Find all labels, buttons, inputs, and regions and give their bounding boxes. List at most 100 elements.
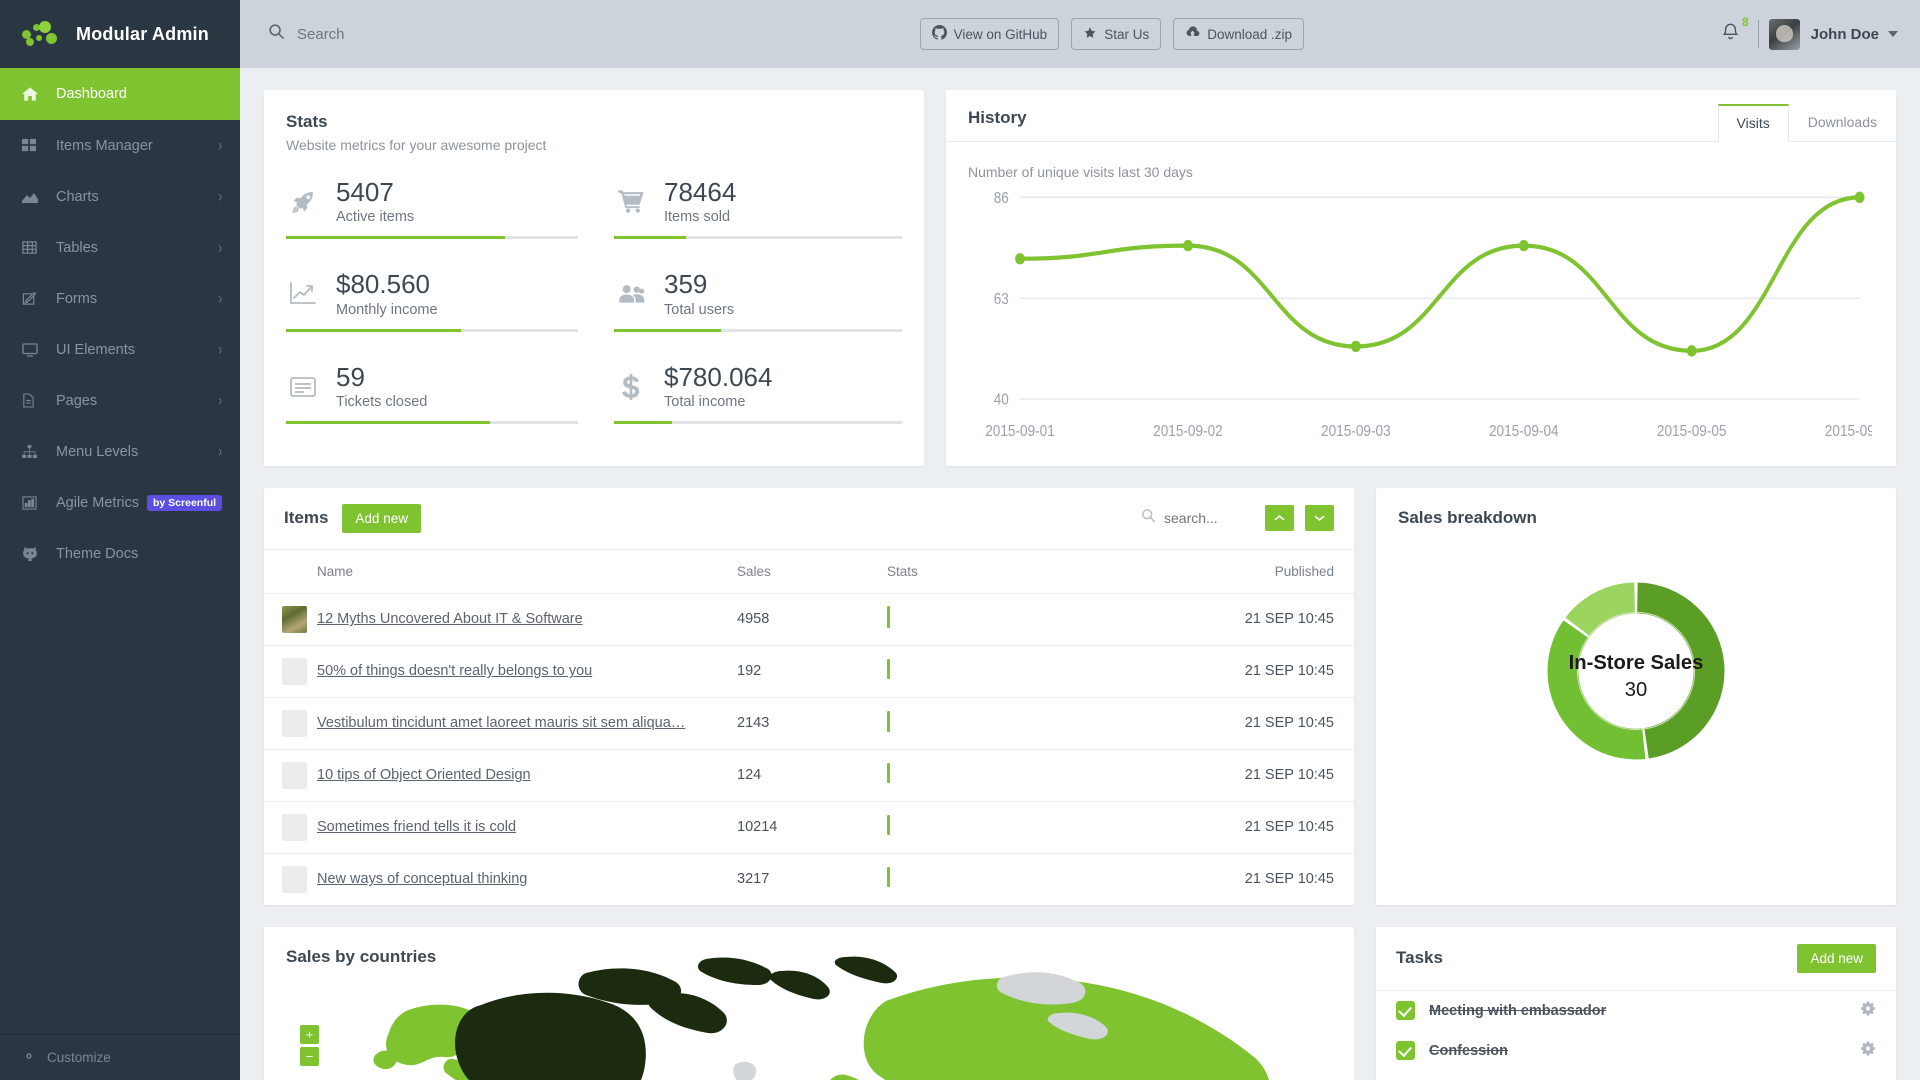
items-title: Items (284, 508, 329, 528)
cart-icon (614, 190, 648, 214)
sort-up-button[interactable] (1265, 505, 1294, 532)
chevron-down-icon[interactable] (1888, 31, 1898, 37)
search-input[interactable] (297, 25, 517, 43)
column-name[interactable]: Name (307, 549, 727, 594)
item-sparkline (887, 606, 890, 629)
stat-label: Active items (336, 209, 415, 226)
items-search-box[interactable] (1141, 508, 1254, 528)
brand-name: Modular Admin (76, 23, 209, 44)
item-name-link[interactable]: 12 Myths Uncovered About IT & Software (317, 611, 583, 627)
sales-breakdown-card: Sales breakdown In-Store Sales 30 (1376, 487, 1896, 905)
chevron-right-icon: › (218, 442, 222, 461)
item-thumbnail (282, 813, 307, 841)
table-row[interactable]: 50% of things doesn't really belongs to … (264, 645, 1354, 698)
table-row[interactable]: Vestibulum tincidunt amet laoreet mauris… (264, 697, 1354, 750)
world-map[interactable] (286, 956, 1332, 1080)
download-zip-label: Download .zip (1207, 26, 1293, 42)
tasks-title: Tasks (1396, 948, 1443, 968)
column-stats[interactable]: Stats (877, 549, 1067, 594)
item-published: 21 SEP 10:45 (1244, 871, 1334, 888)
svg-text:In-Store Sales: In-Store Sales (1569, 652, 1704, 674)
bar-chart-icon (22, 495, 44, 510)
table-icon (22, 240, 44, 255)
task-item[interactable]: Confession (1376, 1031, 1896, 1071)
world-map-svg (373, 956, 1269, 1080)
table-row[interactable]: New ways of conceptual thinking 3217 21 SE… (264, 853, 1354, 905)
item-name-link[interactable]: New ways of conceptual thinking (317, 871, 527, 887)
users-icon (614, 283, 648, 305)
cloud-download-icon (1185, 25, 1200, 43)
item-name-link[interactable]: 10 tips of Object Oriented Design (317, 767, 531, 783)
item-sparkline (887, 867, 890, 888)
sidebar-item-items-manager[interactable]: Items Manager › (0, 120, 240, 171)
stat-active-items: 5407 Active items (286, 171, 594, 263)
sidebar-item-theme-docs[interactable]: Theme Docs (0, 528, 240, 579)
task-item[interactable]: Meeting with embassador (1376, 991, 1896, 1031)
star-us-button[interactable]: Star Us (1071, 18, 1162, 50)
table-row[interactable]: 12 Myths Uncovered About IT & Software 49… (264, 593, 1354, 646)
map-zoom-in-button[interactable]: + (300, 1024, 319, 1044)
sidebar-item-agile-metrics[interactable]: Agile Metrics by Screenful (0, 477, 240, 528)
tab-visits[interactable]: Visits (1717, 104, 1789, 142)
search-box[interactable] (268, 23, 517, 45)
download-zip-button[interactable]: Download .zip (1173, 18, 1305, 50)
brand[interactable]: Modular Admin (0, 0, 240, 68)
gear-icon[interactable] (1861, 1041, 1876, 1061)
map-zoom-controls: + − (300, 1024, 319, 1066)
svg-text:2015-09-05: 2015-09-05 (1657, 423, 1727, 440)
avatar[interactable] (1768, 18, 1800, 50)
svg-text:86: 86 (994, 190, 1009, 207)
item-name-link[interactable]: Vestibulum tincidunt amet laoreet mauris… (317, 715, 685, 731)
stats-grid: 5407 Active items 78464 Items sold $80.560 Mo… (286, 171, 902, 448)
sidebar-item-ui-elements[interactable]: UI Elements › (0, 324, 240, 375)
column-published[interactable]: Published (1067, 549, 1354, 594)
dollar-icon (614, 373, 648, 400)
tasks-header: Tasks Add new (1376, 927, 1896, 991)
add-new-task-button[interactable]: Add new (1797, 943, 1876, 973)
tab-downloads[interactable]: Downloads (1789, 104, 1896, 141)
visits-line-chart[interactable]: 40 63 86 2015-09-01 2015-09-02 2015-09-03 2015… (946, 180, 1896, 466)
sidebar-item-customize[interactable]: Customize (0, 1034, 240, 1080)
svg-text:2015-09-03: 2015-09-03 (1321, 423, 1391, 440)
chevron-right-icon: › (218, 136, 222, 155)
add-new-item-button[interactable]: Add new (342, 503, 421, 533)
search-icon (268, 23, 285, 45)
column-sales[interactable]: Sales (727, 549, 877, 594)
table-row[interactable]: 10 tips of Object Oriented Design 124 21 S… (264, 749, 1354, 802)
sidebar-item-dashboard[interactable]: Dashboard (0, 68, 240, 120)
table-row[interactable]: Sometimes friend tells it is cold 10214 21… (264, 801, 1354, 854)
map-zoom-out-button[interactable]: − (300, 1046, 319, 1066)
stat-value: 59 (336, 361, 365, 392)
donut-chart[interactable]: In-Store Sales 30 (1398, 546, 1874, 796)
sidebar-item-tables[interactable]: Tables › (0, 222, 240, 273)
notifications-button[interactable]: 8 (1707, 15, 1754, 47)
stat-total-users: 359 Total users (594, 263, 902, 355)
username-label: John Doe (1810, 25, 1879, 43)
sidebar-item-charts[interactable]: Charts › (0, 171, 240, 222)
items-table-head: Name Sales Stats Published (264, 549, 1354, 594)
sidebar-item-menu-levels[interactable]: Menu Levels › (0, 426, 240, 477)
svg-text:2015-09-01: 2015-09-01 (985, 423, 1055, 440)
sidebar-item-pages[interactable]: Pages › (0, 375, 240, 426)
item-name-link[interactable]: Sometimes friend tells it is cold (317, 819, 516, 835)
rocket-icon (286, 189, 320, 215)
chart-area-icon (22, 190, 44, 204)
notification-badge: 8 (1741, 14, 1749, 29)
history-tabs: Visits Downloads (1717, 104, 1896, 142)
sort-down-button[interactable] (1305, 505, 1334, 532)
task-item[interactable]: Time to start building an ark (1376, 1071, 1896, 1080)
stat-label: Items sold (664, 209, 731, 226)
sidebar-item-forms[interactable]: Forms › (0, 273, 240, 324)
sidebar-item-label: Dashboard (56, 86, 127, 102)
stats-project-link[interactable]: your awesome project (409, 137, 546, 153)
stat-monthly-income: $80.560 Monthly income (286, 263, 594, 355)
sidebar-item-label: Theme Docs (56, 545, 139, 562)
item-name-link[interactable]: 50% of things doesn't really belongs to … (317, 663, 592, 679)
task-checkbox[interactable] (1396, 1041, 1415, 1061)
gear-icon[interactable] (1861, 1001, 1876, 1021)
chevron-right-icon: › (218, 391, 222, 410)
task-checkbox[interactable] (1396, 1001, 1415, 1021)
history-card: History Visits Downloads Number of uniqu… (946, 90, 1896, 466)
items-search-input[interactable] (1164, 510, 1254, 527)
view-on-github-button[interactable]: View on GitHub (919, 18, 1060, 50)
